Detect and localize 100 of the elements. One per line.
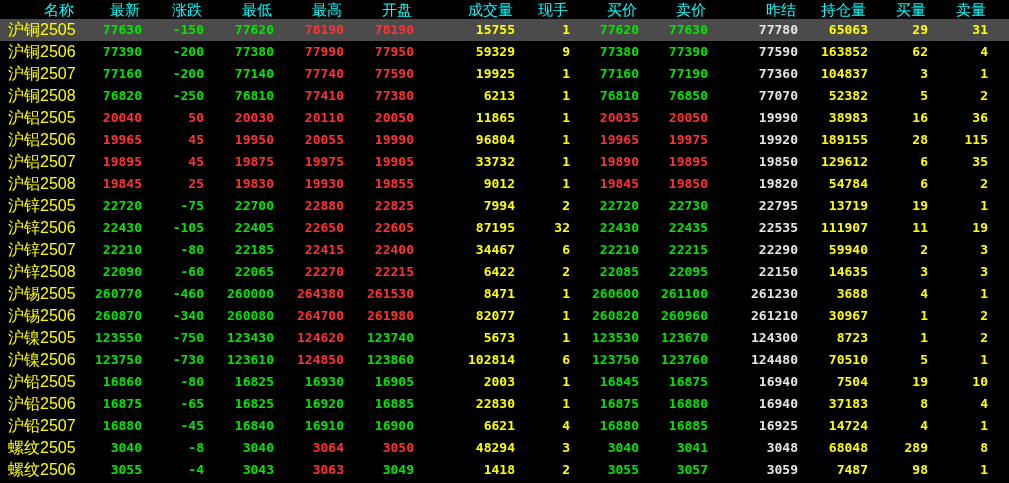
contract-name: 沪锡2505 <box>7 284 76 304</box>
table-cell-text: 22210 <box>101 241 142 259</box>
table-cell-text: 30967 <box>827 307 868 325</box>
contract-name: 沪镍2506 <box>7 350 76 370</box>
quote-row[interactable]: 沪铜2505 77630 -150 77620 78190 78190 15755 1 77620 77630 77780 65063 29 31 <box>0 19 1009 41</box>
table-cell-text: 19845 <box>598 175 639 193</box>
table-cell-text: -750 <box>171 329 204 347</box>
table-cell-text: 22270 <box>303 263 344 281</box>
contract-name: 沪锌2507 <box>7 240 76 260</box>
table-cell-text: 22435 <box>667 219 708 237</box>
table-cell-text: -8 <box>187 439 204 457</box>
table-cell-text: 1 <box>919 329 928 347</box>
table-cell-text: 19890 <box>598 153 639 171</box>
column-header[interactable]: 开盘 <box>344 0 414 19</box>
table-cell-text: 16860 <box>101 373 142 391</box>
table-cell-text: 98 <box>911 461 928 479</box>
table-cell-text: 77620 <box>233 21 274 39</box>
table-cell-text: 19 <box>911 197 928 215</box>
table-cell-text: 124620 <box>296 329 344 347</box>
table-cell-text: 22700 <box>233 197 274 215</box>
table-cell-text: 124480 <box>750 351 798 369</box>
table-cell-text: 260000 <box>226 285 274 303</box>
table-cell-text: 77390 <box>667 43 708 61</box>
table-cell-text: 87195 <box>474 219 515 237</box>
column-header[interactable]: 成交量 <box>414 0 515 19</box>
column-header[interactable]: 持仓量 <box>798 0 868 19</box>
table-cell-text: 3040 <box>109 439 142 457</box>
table-cell-text: 52382 <box>827 87 868 105</box>
contract-name: 沪铜2508 <box>7 86 76 106</box>
table-cell-text: 3040 <box>606 439 639 457</box>
table-cell-text: 6422 <box>482 263 515 281</box>
table-cell-text: 76810 <box>233 87 274 105</box>
table-cell-text: 20040 <box>101 109 142 127</box>
column-header[interactable]: 最低 <box>204 0 274 19</box>
table-cell-text: -200 <box>171 43 204 61</box>
table-cell-text: 123740 <box>366 329 414 347</box>
table-cell-text: 5 <box>919 87 928 105</box>
column-header[interactable]: 最新 <box>76 0 142 19</box>
table-cell-text: 19845 <box>101 175 142 193</box>
table-cell-text: 3 <box>561 439 570 457</box>
table-cell-text: 3059 <box>765 461 798 479</box>
contract-name: 沪锌2508 <box>7 262 76 282</box>
table-cell-text: 1 <box>561 131 570 149</box>
table-cell-text: 1 <box>561 87 570 105</box>
column-header[interactable]: 涨跌 <box>142 0 204 19</box>
table-cell-text: 260820 <box>591 307 639 325</box>
table-cell-text: 7504 <box>835 373 868 391</box>
table-cell-text: -80 <box>179 373 204 391</box>
table-cell-text: 11 <box>911 219 928 237</box>
table-cell-text: 77740 <box>303 65 344 83</box>
table-cell-text: 77140 <box>233 65 274 83</box>
table-cell-text: 3688 <box>835 285 868 303</box>
table-cell-text: 22430 <box>101 219 142 237</box>
table-cell-text: 102814 <box>467 351 515 369</box>
table-cell-text: 16920 <box>303 395 344 413</box>
table-cell-text: 45 <box>187 131 204 149</box>
table-cell-text: 48294 <box>474 439 515 457</box>
table-cell-text: 22720 <box>101 197 142 215</box>
column-header[interactable]: 最高 <box>274 0 344 19</box>
table-cell-text: 19875 <box>233 153 274 171</box>
table-cell-text: 111907 <box>820 219 868 237</box>
table-cell-text: 29 <box>911 21 928 39</box>
column-header[interactable]: 名称 <box>0 0 76 19</box>
table-cell-text: 96804 <box>474 131 515 149</box>
table-cell-text: -105 <box>171 219 204 237</box>
table-cell-text: 8 <box>919 395 928 413</box>
table-cell-text: 6 <box>919 153 928 171</box>
table-cell-text: 19895 <box>101 153 142 171</box>
table-cell-text: 65063 <box>827 21 868 39</box>
table-cell-text: 77360 <box>757 65 798 83</box>
table-cell-text: 5 <box>919 351 928 369</box>
table-cell-text: 8471 <box>482 285 515 303</box>
table-cell-text: 19855 <box>373 175 414 193</box>
table-cell-text: 123750 <box>591 351 639 369</box>
table-cell-text: 1418 <box>482 461 515 479</box>
column-header[interactable]: 昨结 <box>708 0 798 19</box>
column-header[interactable]: 卖价 <box>639 0 708 19</box>
table-cell-text: 124300 <box>750 329 798 347</box>
table-cell-text: 19975 <box>303 153 344 171</box>
column-header[interactable]: 卖量 <box>928 0 988 19</box>
table-cell-text: 19850 <box>667 175 708 193</box>
table-cell-text: -250 <box>171 87 204 105</box>
table-cell-text: 20050 <box>667 109 708 127</box>
column-header[interactable]: 买量 <box>868 0 928 19</box>
table-cell-text: 9012 <box>482 175 515 193</box>
table-cell-text: 124850 <box>296 351 344 369</box>
table-cell-text: 77410 <box>303 87 344 105</box>
table-cell-text: 9 <box>561 43 570 61</box>
column-header[interactable]: 现手 <box>515 0 570 19</box>
table-cell-text: 19820 <box>757 175 798 193</box>
table-cell-text: 1 <box>561 395 570 413</box>
table-cell-text: 14724 <box>827 417 868 435</box>
table-cell-text: 38983 <box>827 109 868 127</box>
contract-name: 沪铜2507 <box>7 64 76 84</box>
table-cell-text: 22400 <box>373 241 414 259</box>
table-cell-text: 77590 <box>757 43 798 61</box>
table-cell-text: -60 <box>179 263 204 281</box>
column-header[interactable]: 买价 <box>570 0 639 19</box>
table-cell-text: 16930 <box>303 373 344 391</box>
table-cell-text: 19950 <box>233 131 274 149</box>
